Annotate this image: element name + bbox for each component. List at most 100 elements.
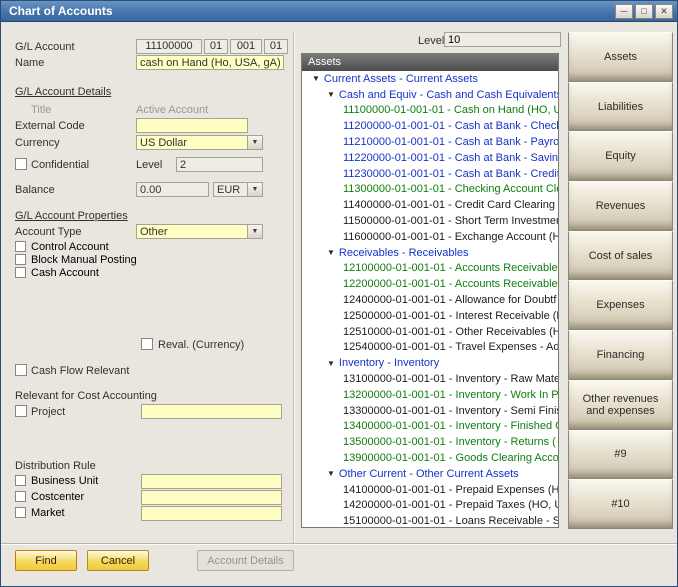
tree-row[interactable]: ▼ 11210000-01-001-01 - Cash at Bank - Pa… (302, 134, 558, 150)
name-input[interactable]: cash on Hand (Ho, USA, gA) (136, 55, 284, 70)
flag-checkbox[interactable] (15, 267, 26, 278)
collapse-triangle-icon[interactable]: ▼ (327, 469, 335, 478)
gl-account-label: G/L Account (15, 41, 75, 53)
tree-row[interactable]: ▼ 12500000-01-001-01 - Interest Receivab… (302, 308, 558, 324)
tree-row[interactable]: ▼ Current Assets - Current Assets (302, 71, 558, 87)
category-drawer-label: Financing (597, 349, 645, 361)
category-drawer-button[interactable]: Assets (568, 32, 673, 82)
find-button[interactable]: Find (15, 550, 77, 571)
tree-row[interactable]: ▼ 11300000-01-001-01 - Checking Account … (302, 182, 558, 198)
category-drawer-button[interactable]: #9 (568, 430, 673, 480)
external-code-label: External Code (15, 120, 85, 132)
tree-row[interactable]: ▼ Receivables - Receivables (302, 245, 558, 261)
distribution-input[interactable] (141, 474, 282, 489)
category-drawer-button[interactable]: Equity (568, 131, 673, 181)
distribution-label: Costcenter (31, 491, 84, 503)
tree-row-label: Cash and Equiv - Cash and Cash Equivalen… (339, 89, 558, 101)
flag-label: Control Account (31, 241, 109, 253)
category-drawer-button[interactable]: Liabilities (568, 82, 673, 132)
gl-account-segment-field[interactable]: 001 (230, 39, 262, 54)
tree-row-label: 11100000-01-001-01 - Cash on Hand (HO, U (343, 104, 558, 116)
collapse-triangle-icon[interactable]: ▼ (327, 359, 335, 368)
account-details-button[interactable]: Account Details (197, 550, 294, 571)
category-drawer-label: Assets (604, 51, 637, 63)
project-input[interactable] (141, 404, 282, 419)
minimize-button[interactable]: ─ (615, 4, 633, 19)
tree-row-label: 13900000-01-001-01 - Goods Clearing Acco… (343, 452, 558, 464)
balance-currency-value: EUR (214, 183, 247, 196)
distribution-label: Business Unit (31, 475, 98, 487)
cash-flow-relevant-checkbox[interactable] (15, 364, 27, 376)
flag-checkbox[interactable] (15, 241, 26, 252)
tree-row[interactable]: ▼ Cash and Equiv - Cash and Cash Equival… (302, 87, 558, 103)
flag-checkbox[interactable] (15, 254, 26, 265)
maximize-button[interactable]: □ (635, 4, 653, 19)
collapse-triangle-icon[interactable]: ▼ (327, 248, 335, 257)
accounts-tree: ▼ Current Assets - Current Assets ▼ Cash… (302, 71, 558, 528)
tree-row[interactable]: ▼ 15100000-01-001-01 - Loans Receivable … (302, 513, 558, 528)
tree-row[interactable]: ▼ 13400000-01-001-01 - Inventory - Finis… (302, 419, 558, 435)
tree-row[interactable]: ▼ 11100000-01-001-01 - Cash on Hand (HO,… (302, 103, 558, 119)
tree-row[interactable]: ▼ 12510000-01-001-01 - Other Receivables… (302, 324, 558, 340)
distribution-checkbox[interactable] (15, 491, 26, 502)
gl-account-segment-field[interactable]: 01 (204, 39, 228, 54)
active-account-option-label: Active Account (136, 104, 208, 116)
tree-row[interactable]: ▼ 14200000-01-001-01 - Prepaid Taxes (HO… (302, 498, 558, 514)
distribution-checkbox[interactable] (15, 475, 26, 486)
window-controls: ─ □ ✕ (615, 4, 673, 19)
cancel-button[interactable]: Cancel (87, 550, 149, 571)
tree-row[interactable]: ▼ 11220000-01-001-01 - Cash at Bank - Sa… (302, 150, 558, 166)
distribution-input[interactable] (141, 506, 282, 521)
tree-level-label: Level (418, 35, 444, 47)
tree-row[interactable]: ▼ 11200000-01-001-01 - Cash at Bank - Ch… (302, 118, 558, 134)
tree-row-label: 11230000-01-001-01 - Cash at Bank - Cred… (343, 168, 558, 180)
chevron-down-icon[interactable]: ▼ (247, 225, 262, 238)
tree-row[interactable]: ▼ 12540000-01-001-01 - Travel Expenses -… (302, 340, 558, 356)
close-button[interactable]: ✕ (655, 4, 673, 19)
chevron-down-icon[interactable]: ▼ (247, 183, 262, 196)
category-drawer-label: Other revenues and expenses (574, 393, 667, 417)
category-drawer-button[interactable]: Expenses (568, 280, 673, 330)
tree-row[interactable]: ▼ 13100000-01-001-01 - Inventory - Raw M… (302, 371, 558, 387)
tree-row[interactable]: ▼ 14100000-01-001-01 - Prepaid Expenses … (302, 482, 558, 498)
window-content: G/L Account 111000000100101 Name cash on… (1, 22, 677, 586)
collapse-triangle-icon[interactable]: ▼ (312, 74, 320, 83)
tree-row[interactable]: ▼ 11400000-01-001-01 - Credit Card Clear… (302, 197, 558, 213)
tree-row[interactable]: ▼ 13200000-01-001-01 - Inventory - Work … (302, 387, 558, 403)
category-drawer-button[interactable]: Revenues (568, 181, 673, 231)
distribution-checkbox[interactable] (15, 507, 26, 518)
external-code-input[interactable] (136, 118, 248, 133)
tree-row[interactable]: ▼ 12200000-01-001-01 - Accounts Receivab… (302, 276, 558, 292)
distribution-input[interactable] (141, 490, 282, 505)
tree-row[interactable]: ▼ Inventory - Inventory (302, 355, 558, 371)
account-type-select[interactable]: Other ▼ (136, 224, 263, 239)
tree-row-label: 13200000-01-001-01 - Inventory - Work In… (343, 389, 558, 401)
collapse-triangle-icon[interactable]: ▼ (327, 90, 335, 99)
project-checkbox[interactable] (15, 405, 27, 417)
category-drawer-button[interactable]: #10 (568, 479, 673, 529)
tree-row[interactable]: ▼ 13900000-01-001-01 - Goods Clearing Ac… (302, 450, 558, 466)
tree-row[interactable]: ▼ 12400000-01-001-01 - Allowance for Dou… (302, 292, 558, 308)
tree-row[interactable]: ▼ 12100000-01-001-01 - Accounts Receivab… (302, 261, 558, 277)
tree-row-label: 12540000-01-001-01 - Travel Expenses - A… (343, 341, 558, 353)
category-drawer-button[interactable]: Cost of sales (568, 231, 673, 281)
tree-row-label: 12400000-01-001-01 - Allowance for Doubt… (343, 294, 556, 306)
tree-row[interactable]: ▼ 13500000-01-001-01 - Inventory - Retur… (302, 434, 558, 450)
confidential-checkbox[interactable] (15, 158, 27, 170)
gl-account-segment-field[interactable]: 01 (264, 39, 288, 54)
currency-select[interactable]: US Dollar ▼ (136, 135, 263, 150)
tree-row[interactable]: ▼ 11230000-01-001-01 - Cash at Bank - Cr… (302, 166, 558, 182)
cost-accounting-section-header: Relevant for Cost Accounting (15, 390, 157, 402)
chevron-down-icon[interactable]: ▼ (247, 136, 262, 149)
tree-row[interactable]: ▼ Other Current - Other Current Assets (302, 466, 558, 482)
reval-currency-checkbox[interactable] (141, 338, 153, 350)
tree-row[interactable]: ▼ 11600000-01-001-01 - Exchange Account … (302, 229, 558, 245)
category-drawer-button[interactable]: Financing (568, 330, 673, 380)
category-drawer-button[interactable]: Other revenues and expenses (568, 380, 673, 430)
tree-row[interactable]: ▼ 13300000-01-001-01 - Inventory - Semi … (302, 403, 558, 419)
balance-currency-select[interactable]: EUR ▼ (213, 182, 263, 197)
footer-divider (1, 543, 677, 544)
tree-row[interactable]: ▼ 11500000-01-001-01 - Short Term Invest… (302, 213, 558, 229)
gl-account-segment-field[interactable]: 11100000 (136, 39, 202, 54)
tree-row-label: 13100000-01-001-01 - Inventory - Raw Mat… (343, 373, 558, 385)
